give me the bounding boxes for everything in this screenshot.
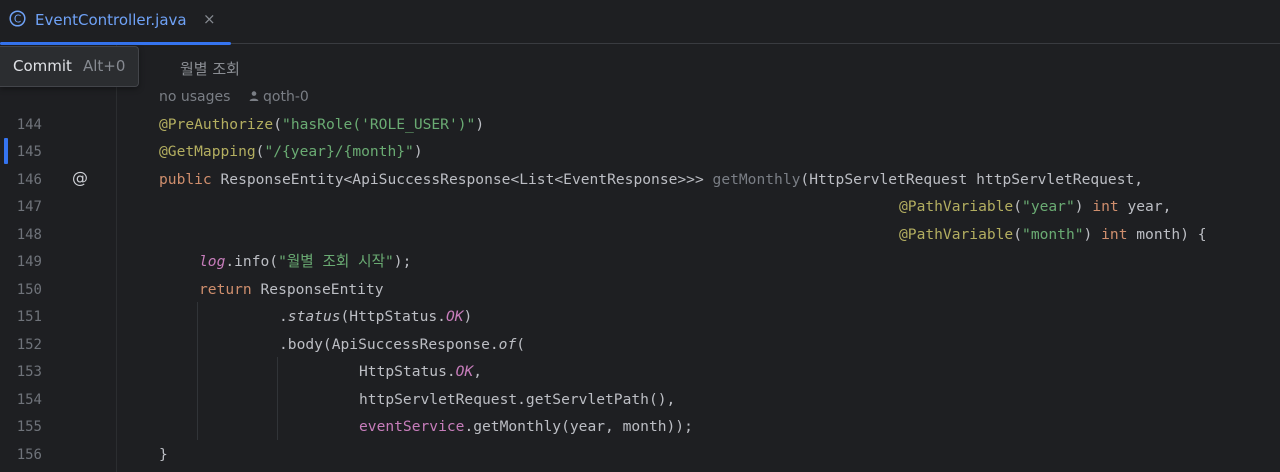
svg-text:C: C: [14, 13, 21, 25]
author-inlay[interactable]: qoth-0: [248, 87, 309, 107]
line-number: 147: [16, 199, 42, 215]
line-number: 146: [16, 172, 42, 188]
code-line-144[interactable]: @PreAuthorize("hasRole('ROLE_USER')"): [159, 115, 484, 135]
vcs-change-marker[interactable]: [4, 138, 8, 164]
line-number: 155: [16, 419, 42, 435]
indent-guide: [197, 302, 198, 440]
code-line-149[interactable]: log.info("월별 조회 시작");: [199, 252, 411, 272]
tab-title: EventController.java: [35, 11, 187, 29]
tab-event-controller[interactable]: C EventController.java ×: [0, 0, 231, 45]
code-line-151[interactable]: .status(HttpStatus.OK): [279, 307, 472, 327]
line-number: 154: [16, 392, 42, 408]
line-number: 150: [16, 282, 42, 298]
gutter-separator: [116, 45, 117, 472]
mapping-annotation-icon[interactable]: @: [70, 168, 90, 188]
line-number: 148: [16, 227, 42, 243]
person-icon: [249, 91, 259, 101]
code-line-146[interactable]: public ResponseEntity<ApiSuccessResponse…: [159, 170, 1143, 190]
doc-comment: 월별 조회: [180, 60, 240, 78]
line-number: 156: [16, 447, 42, 463]
code-line-156[interactable]: }: [159, 445, 168, 465]
code-line-147[interactable]: @PathVariable("year") int year,: [899, 197, 1171, 217]
tooltip-label: Commit: [13, 57, 72, 75]
code-line-148[interactable]: @PathVariable("month") int month) {: [899, 225, 1207, 245]
code-line-153[interactable]: HttpStatus.OK,: [359, 362, 482, 382]
line-number: 149: [16, 254, 42, 270]
usages-inlay[interactable]: no usages: [159, 87, 230, 107]
code-line-155[interactable]: eventService.getMonthly(year, month));: [359, 417, 693, 437]
close-icon[interactable]: ×: [203, 9, 216, 29]
indent-guide: [277, 357, 278, 440]
line-number: 151: [16, 309, 42, 325]
line-number: 153: [16, 364, 42, 380]
tooltip-shortcut: Alt+0: [83, 57, 126, 75]
code-line-150[interactable]: return ResponseEntity: [199, 280, 384, 300]
commit-tooltip: Commit Alt+0: [0, 46, 139, 87]
editor-tab-bar: C EventController.java ×: [0, 0, 1280, 45]
author-name: qoth-0: [263, 89, 309, 105]
class-c-icon: C: [9, 10, 26, 27]
code-line-154[interactable]: httpServletRequest.getServletPath(),: [359, 390, 675, 410]
code-line-152[interactable]: .body(ApiSuccessResponse.of(: [279, 335, 525, 355]
line-number: 144: [16, 117, 42, 133]
code-line-145[interactable]: @GetMapping("/{year}/{month}"): [159, 142, 423, 162]
line-number: 152: [16, 337, 42, 353]
